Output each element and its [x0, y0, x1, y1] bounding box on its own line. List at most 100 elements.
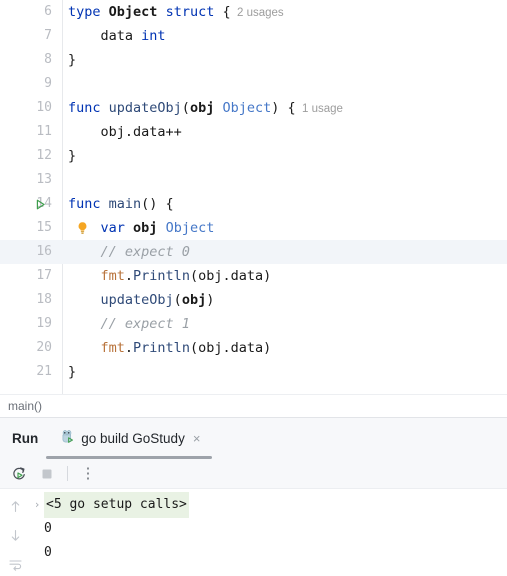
code-token: func: [68, 100, 109, 116]
line-number: 15: [36, 220, 52, 235]
rerun-button[interactable]: [6, 462, 32, 486]
console-output-text: 0: [44, 521, 52, 536]
tab-go-build-gostudy[interactable]: go build GoStudy ×: [52, 418, 212, 459]
code-token: obj: [189, 100, 215, 116]
code-line[interactable]: 14 func main() {: [0, 192, 507, 216]
code-token: (obj.data): [189, 340, 272, 356]
scroll-down-icon[interactable]: [5, 526, 25, 544]
stop-button[interactable]: [34, 462, 60, 486]
code-text: // expect 0: [68, 240, 507, 264]
code-token: () {: [141, 196, 174, 212]
code-token: fmt: [100, 340, 125, 356]
code-token: .: [124, 268, 134, 284]
code-token: }: [68, 364, 77, 380]
code-line[interactable]: 8}: [0, 48, 507, 72]
code-token: obj.data++: [68, 124, 182, 140]
run-tool-window: Run go build GoStudy × ⋮ › <5 go setup c…: [0, 417, 507, 576]
code-text: func updateObj(obj Object) { 1 usage: [68, 96, 507, 121]
code-token: 1 usage: [295, 103, 343, 115]
run-triangle-icon[interactable]: [30, 192, 50, 216]
code-token: int: [141, 28, 166, 44]
code-editor[interactable]: 6 type Object struct { 2 usages 7 data int…: [0, 0, 507, 394]
code-token: fmt: [100, 268, 125, 284]
soft-wrap-icon[interactable]: [5, 555, 25, 573]
console-line[interactable]: 0: [30, 541, 507, 565]
code-token: ) {: [271, 100, 296, 116]
code-line[interactable]: 9: [0, 72, 507, 96]
close-icon[interactable]: ×: [191, 430, 203, 447]
code-text: updateObj(obj): [68, 288, 507, 312]
code-token: var: [68, 220, 134, 236]
expand-chevron-icon[interactable]: ›: [30, 493, 44, 517]
code-token: ): [206, 292, 215, 308]
toolbar-separator: [67, 466, 68, 481]
breadcrumb[interactable]: main(): [0, 394, 507, 417]
code-token: data: [68, 28, 142, 44]
code-line[interactable]: 13: [0, 168, 507, 192]
ide-window: 6 type Object struct { 2 usages 7 data int…: [0, 0, 507, 576]
line-number: 12: [36, 148, 52, 163]
console-area: › <5 go setup calls> 0 0: [0, 488, 507, 576]
code-token: 2 usages: [230, 7, 284, 19]
code-token: obj: [133, 220, 158, 236]
line-number: 13: [36, 172, 52, 187]
line-number: 7: [44, 28, 52, 43]
line-number: 19: [36, 316, 52, 331]
code-token: }: [68, 52, 77, 68]
code-line[interactable]: 19 // expect 1: [0, 312, 507, 336]
code-token: func: [68, 196, 109, 212]
code-token: .: [124, 340, 134, 356]
scroll-up-icon[interactable]: [5, 497, 25, 515]
line-number: 16: [36, 244, 52, 259]
folded-output-text: <5 go setup calls>: [44, 492, 189, 518]
code-token: Object: [222, 100, 272, 116]
code-token: Object: [108, 4, 158, 20]
line-number: 18: [36, 292, 52, 307]
line-number: 17: [36, 268, 52, 283]
code-token: // expect 0: [68, 244, 190, 260]
code-lines-container: 6 type Object struct { 2 usages 7 data int…: [0, 0, 507, 384]
line-number: 8: [44, 52, 52, 67]
tab-label: go build GoStudy: [81, 431, 185, 446]
code-text: fmt.Println(obj.data): [68, 264, 507, 288]
code-line[interactable]: 11 obj.data++: [0, 120, 507, 144]
code-line[interactable]: 15 var obj Object: [0, 216, 507, 240]
code-token: Println: [133, 268, 190, 284]
code-text: type Object struct { 2 usages: [68, 0, 507, 25]
code-line[interactable]: 7 data int: [0, 24, 507, 48]
code-line[interactable]: 12}: [0, 144, 507, 168]
code-token: main: [108, 196, 142, 212]
line-number: 9: [44, 76, 52, 91]
code-text: // expect 1: [68, 312, 507, 336]
code-line[interactable]: 6 type Object struct { 2 usages: [0, 0, 507, 24]
code-token: obj: [181, 292, 207, 308]
code-line[interactable]: 16 // expect 0: [0, 240, 507, 264]
run-panel-header: Run go build GoStudy ×: [0, 418, 507, 459]
active-tab-indicator: [46, 456, 212, 459]
console-line[interactable]: › <5 go setup calls>: [30, 492, 507, 518]
more-options-icon[interactable]: ⋮: [75, 462, 101, 486]
code-token: {: [214, 4, 231, 20]
code-text: func main() {: [68, 192, 507, 216]
console-output-text: 0: [44, 545, 52, 560]
run-toolbar: ⋮: [0, 459, 507, 488]
code-text: }: [68, 144, 507, 168]
code-token: updateObj: [108, 100, 182, 116]
code-token: updateObj: [100, 292, 174, 308]
code-token: (: [173, 292, 182, 308]
code-line[interactable]: 10 func updateObj(obj Object) { 1 usage: [0, 96, 507, 120]
code-line[interactable]: 20 fmt.Println(obj.data): [0, 336, 507, 360]
code-text: fmt.Println(obj.data): [68, 336, 507, 360]
code-line[interactable]: 21}: [0, 360, 507, 384]
code-token: (: [181, 100, 190, 116]
console-line[interactable]: 0: [30, 517, 507, 541]
code-line[interactable]: 18 updateObj(obj): [0, 288, 507, 312]
line-number: 21: [36, 364, 52, 379]
code-token: (obj.data): [189, 268, 272, 284]
console-output[interactable]: › <5 go setup calls> 0 0: [30, 489, 507, 576]
code-line[interactable]: 17 fmt.Println(obj.data): [0, 264, 507, 288]
code-text: }: [68, 360, 507, 384]
